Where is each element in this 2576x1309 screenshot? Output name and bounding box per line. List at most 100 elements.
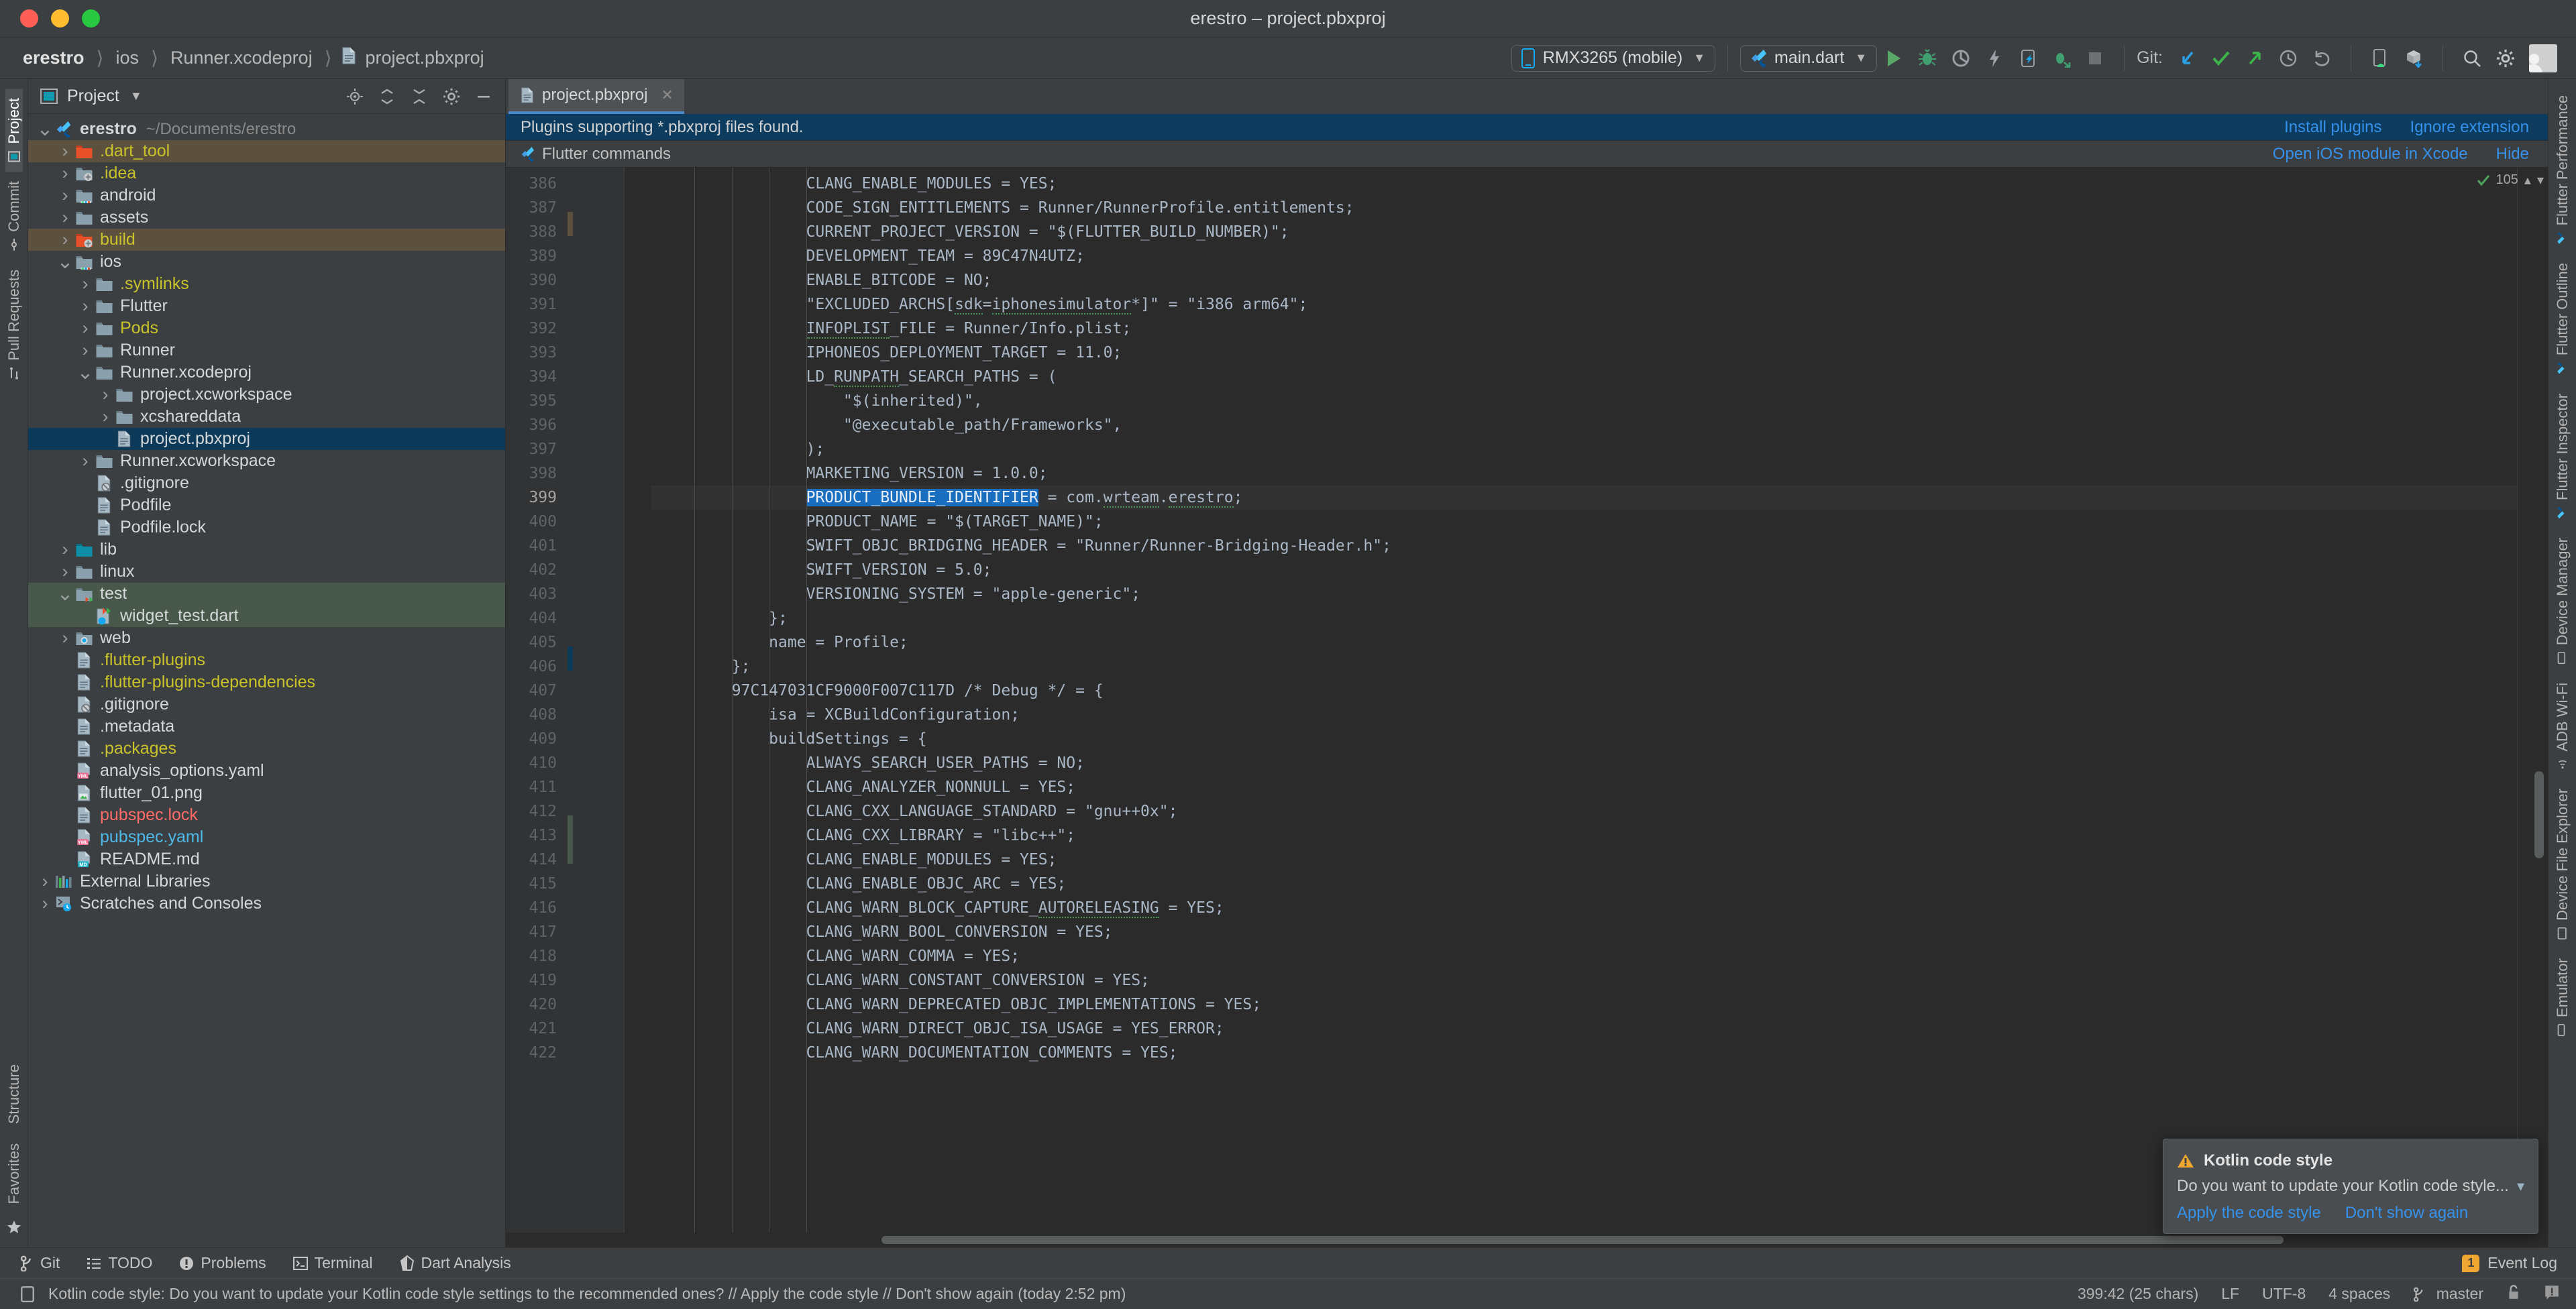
chevron-right-icon[interactable]: › [56, 563, 74, 581]
tree-node[interactable]: › linux [28, 561, 505, 583]
tree-node[interactable]: › .symlinks [28, 273, 505, 295]
hide-banner-link[interactable]: Hide [2496, 145, 2529, 164]
tree-node[interactable]: ⌄ erestro ~/Documents/erestro [28, 118, 505, 140]
sidebar-item-device-file-explorer[interactable]: Device File Explorer [2554, 779, 2571, 949]
push-icon[interactable] [2241, 44, 2269, 72]
search-icon[interactable] [2458, 44, 2486, 72]
code-line[interactable]: ALWAYS_SEARCH_USER_PATHS = NO; [651, 751, 2517, 775]
code-line[interactable]: DEVELOPMENT_TEAM = 89C47N4UTZ; [651, 244, 2517, 268]
project-tree[interactable]: ⌄ erestro ~/Documents/erestro › .dart_tool ›.… [28, 114, 505, 1247]
apply-code-style-link[interactable]: Apply the code style [2177, 1204, 2321, 1222]
chevron-down-icon[interactable]: ⌄ [56, 583, 74, 604]
bottom-item-dart-analysis[interactable]: Dart Analysis [400, 1254, 511, 1272]
open-ios-module-link[interactable]: Open iOS module in Xcode [2273, 145, 2468, 164]
chevron-right-icon[interactable]: › [97, 386, 114, 404]
code-line[interactable]: VERSIONING_SYSTEM = "apple-generic"; [651, 582, 2517, 606]
caret-position[interactable]: 399:42 (25 chars) [2078, 1285, 2198, 1303]
tree-node[interactable]: › web [28, 627, 505, 649]
sidebar-item-adb-wifi[interactable]: ADB Wi-Fi [2554, 673, 2571, 780]
tree-node[interactable]: .metadata [28, 716, 505, 738]
kotlin-code-style-notification[interactable]: Kotlin code style Do you want to update … [2163, 1139, 2538, 1234]
code-editor[interactable]: 386 387 388 389 390 391 392 393 394 395 396 397 398 3… [506, 168, 2548, 1233]
chevron-right-icon[interactable]: › [56, 142, 74, 160]
run-with-coverage-icon[interactable] [2047, 44, 2076, 72]
code-line[interactable]: LD_RUNPATH_SEARCH_PATHS = ( [651, 365, 2517, 389]
tree-node[interactable]: › xcshareddata [28, 406, 505, 428]
code-line[interactable]: CLANG_CXX_LANGUAGE_STANDARD = "gnu++0x"; [651, 799, 2517, 823]
chevron-right-icon[interactable]: › [56, 231, 74, 249]
error-stripe[interactable]: 105 ▴ ▾ [2477, 168, 2548, 1233]
code-line[interactable]: ); [651, 437, 2517, 461]
code-line[interactable]: CODE_SIGN_ENTITLEMENTS = Runner/RunnerPr… [651, 196, 2517, 220]
breadcrumb-item-xcodeproj[interactable]: Runner.xcodeproj [168, 48, 315, 68]
inspection-status[interactable]: 105 ▴ ▾ [2477, 172, 2544, 188]
code-line[interactable]: CLANG_WARN_DIRECT_OBJC_ISA_USAGE = YES_E… [651, 1017, 2517, 1041]
hide-icon[interactable] [472, 84, 496, 109]
sidebar-item-project[interactable]: Project [5, 89, 23, 172]
sidebar-item-flutter-outline[interactable]: Flutter Outline [2554, 253, 2571, 384]
sidebar-item-commit[interactable]: Commit [5, 172, 23, 260]
tree-node[interactable]: › External Libraries [28, 870, 505, 893]
minimize-window-button[interactable] [51, 9, 69, 27]
code-line[interactable]: }; [651, 654, 2517, 679]
sidebar-item-pull-requests[interactable]: Pull Requests [5, 260, 23, 389]
avd-manager-icon[interactable] [2366, 44, 2394, 72]
open-devtools-icon[interactable] [2014, 44, 2042, 72]
device-selector[interactable]: RMX3265 (mobile) ▼ [1511, 44, 1716, 72]
code-line[interactable]: CLANG_ANALYZER_NONNULL = YES; [651, 775, 2517, 799]
code-line[interactable]: CURRENT_PROJECT_VERSION = "$(FLUTTER_BUI… [651, 220, 2517, 244]
tree-node[interactable]: .flutter-plugins-dependencies [28, 671, 505, 693]
bottom-item-git[interactable]: Git [20, 1254, 60, 1272]
event-log-button[interactable]: 1 Event Log [2462, 1254, 2557, 1272]
code-line[interactable]: "EXCLUDED_ARCHS[sdk=iphonesimulator*]" =… [651, 292, 2517, 317]
chevron-right-icon[interactable]: › [56, 164, 74, 182]
breadcrumb-item-file[interactable]: project.pbxproj [363, 48, 487, 68]
update-project-icon[interactable] [2174, 44, 2202, 72]
code-line[interactable]: CLANG_ENABLE_MODULES = YES; [651, 848, 2517, 872]
profile-icon[interactable] [1947, 44, 1975, 72]
code-line[interactable]: CLANG_ENABLE_OBJC_ARC = YES; [651, 872, 2517, 896]
ignore-extension-link[interactable]: Ignore extension [2410, 118, 2529, 137]
chevron-right-icon[interactable]: › [76, 297, 94, 315]
chevron-right-icon[interactable]: › [97, 408, 114, 426]
code-line[interactable]: CLANG_WARN_DEPRECATED_OBJC_IMPLEMENTATIO… [651, 992, 2517, 1017]
hot-reload-icon[interactable] [1980, 44, 2008, 72]
code-line[interactable]: name = Profile; [651, 630, 2517, 654]
code-line[interactable]: buildSettings = { [651, 727, 2517, 751]
run-icon[interactable] [1880, 44, 1908, 72]
bottom-item-terminal[interactable]: Terminal [292, 1254, 373, 1272]
dont-show-again-link[interactable]: Don't show again [2345, 1204, 2468, 1222]
chevron-right-icon[interactable]: › [76, 275, 94, 293]
code-line[interactable]: MARKETING_VERSION = 1.0.0; [651, 461, 2517, 486]
code-line[interactable]: CLANG_WARN_DOCUMENTATION_COMMENTS = YES; [651, 1041, 2517, 1065]
tree-node[interactable]: › .idea [28, 162, 505, 184]
avatar[interactable] [2529, 44, 2557, 72]
bottom-item-problems[interactable]: Problems [179, 1254, 266, 1272]
chevron-down-icon[interactable]: ⌄ [76, 362, 94, 382]
sidebar-item-flutter-inspector[interactable]: Flutter Inspector [2554, 384, 2571, 528]
code-line[interactable]: }; [651, 606, 2517, 630]
tree-node[interactable]: MD README.md [28, 848, 505, 870]
chevron-right-icon[interactable]: › [56, 629, 74, 647]
tree-node[interactable]: › Scratches and Consoles [28, 893, 505, 915]
tree-node[interactable]: ⌄ Runner.xcodeproj [28, 361, 505, 384]
code-line[interactable]: CLANG_WARN_BOOL_CONVERSION = YES; [651, 920, 2517, 944]
install-plugins-link[interactable]: Install plugins [2284, 118, 2381, 137]
code-line[interactable]: PRODUCT_BUNDLE_IDENTIFIER = com.wrteam.e… [651, 486, 2517, 510]
gear-icon[interactable] [2491, 44, 2520, 72]
bottom-item-todo[interactable]: TODO [87, 1254, 152, 1272]
code-line[interactable]: CLANG_CXX_LIBRARY = "libc++"; [651, 823, 2517, 848]
code-line[interactable]: CLANG_WARN_BLOCK_CAPTURE_AUTORELEASING =… [651, 896, 2517, 920]
maximize-window-button[interactable] [82, 9, 100, 27]
tree-node[interactable]: .gitignore [28, 472, 505, 494]
tree-node[interactable]: › Pods [28, 317, 505, 339]
tree-node[interactable]: Podfile.lock [28, 516, 505, 538]
code-line[interactable]: PRODUCT_NAME = "$(TARGET_NAME)"; [651, 510, 2517, 534]
tree-node[interactable]: Podfile [28, 494, 505, 516]
code-line[interactable]: isa = XCBuildConfiguration; [651, 703, 2517, 727]
code-line[interactable]: INFOPLIST_FILE = Runner/Info.plist; [651, 317, 2517, 341]
chevron-right-icon[interactable]: › [76, 452, 94, 470]
code-line[interactable]: 97C147031CF9000F007C117D /* Debug */ = { [651, 679, 2517, 703]
line-separator[interactable]: LF [2221, 1285, 2239, 1303]
breadcrumb-item-ios[interactable]: ios [113, 48, 142, 68]
